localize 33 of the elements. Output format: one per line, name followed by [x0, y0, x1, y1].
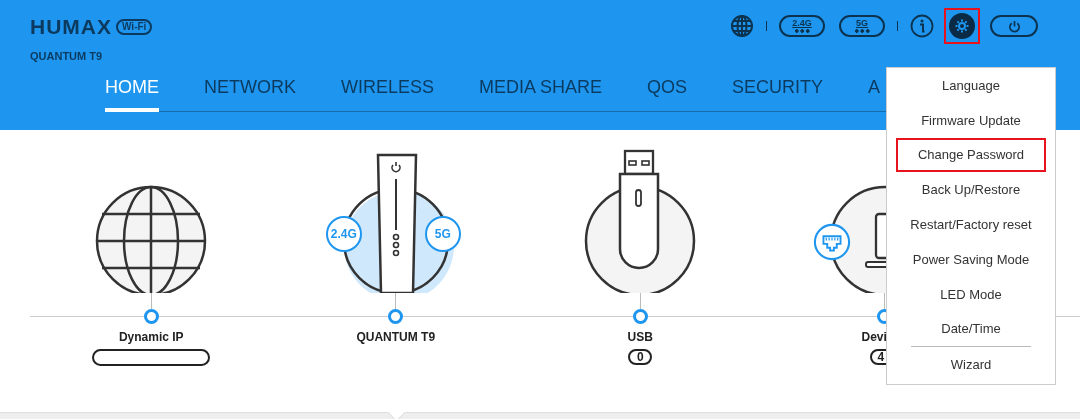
nav-tab[interactable]: NETWORK — [204, 74, 296, 112]
nav-tab[interactable]: SECURITY — [732, 74, 824, 112]
model-name: QUANTUM T9 — [30, 50, 104, 62]
nav-tab[interactable]: QOS — [647, 74, 688, 112]
menu-item[interactable]: Restart/Factory reset — [896, 207, 1046, 242]
menu-item[interactable]: Firmware Update — [896, 102, 1046, 138]
power-icon — [1007, 19, 1021, 33]
band-badge: 2.4G — [325, 216, 362, 252]
connection-dot — [388, 309, 404, 324]
node-label: Devi — [861, 330, 887, 344]
count-pill: 0 — [628, 349, 653, 365]
nav-tab[interactable]: WIRELESS — [341, 74, 435, 112]
nav-tab[interactable]: MEDIA SHARE — [479, 74, 603, 112]
node-label: USB — [627, 330, 653, 344]
logo: HUMAX — [30, 15, 112, 39]
connection-dot — [632, 309, 648, 324]
globe-icon[interactable] — [730, 14, 754, 38]
menu-item[interactable]: LED Mode — [896, 276, 1046, 312]
band-button[interactable]: 2.4G — [779, 15, 825, 37]
ethernet-port-icon — [812, 223, 851, 261]
band-button[interactable]: 5G — [839, 15, 885, 37]
node-label: Dynamic IP — [118, 330, 184, 344]
nav-tab[interactable]: A — [868, 74, 881, 112]
menu-item[interactable]: Power Saving Mode — [896, 242, 1046, 277]
menu-item[interactable]: Date/Time — [896, 311, 1046, 347]
connection-dot — [143, 309, 159, 324]
logo-badge: Wi-Fi — [116, 19, 153, 35]
menu-item[interactable]: Change Password — [896, 137, 1046, 173]
menu-item[interactable]: Language — [896, 68, 1046, 103]
node-label: QUANTUM T9 — [356, 330, 436, 344]
info-icon[interactable] — [910, 14, 934, 38]
menu-item[interactable]: Back Up/Restore — [896, 172, 1046, 208]
power-button[interactable] — [990, 15, 1038, 37]
